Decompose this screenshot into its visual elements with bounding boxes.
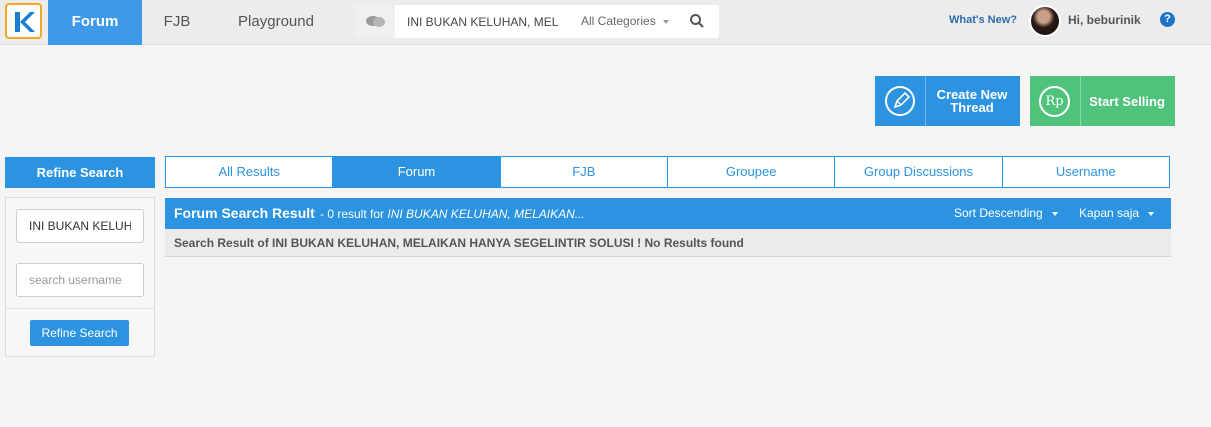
chat-bubble-icon[interactable] [355,5,395,38]
username-search-input[interactable] [16,263,144,297]
top-search-input[interactable] [407,14,559,30]
kaskus-logo[interactable] [5,3,42,39]
avatar[interactable] [1029,5,1061,37]
results-query: INI BUKAN KELUHAN, MELAIKAN... [387,207,585,221]
whats-new-link[interactable]: What's New? [949,14,1017,26]
create-thread-label: Create New Thread [936,87,1008,115]
result-tabs: All Results Forum FJB Groupee Group Disc… [165,156,1170,188]
nav-tab-forum[interactable]: Forum [48,0,142,45]
tab-group-discussions[interactable]: Group Discussions [835,157,1003,187]
results-title: Forum Search Result [174,205,315,221]
start-selling-label: Start Selling [1089,94,1165,109]
category-select[interactable]: All Categories [581,14,656,28]
refine-search-button[interactable]: Refine Search [30,320,129,346]
top-navbar: Forum FJB Playground All Categories What… [0,0,1211,45]
nav-tab-fjb[interactable]: FJB [142,0,212,45]
top-search-box: All Categories [355,5,719,38]
help-icon[interactable]: ? [1160,12,1175,27]
refine-search-heading: Refine Search [5,157,155,188]
start-selling-button[interactable]: Rp Start Selling [1030,76,1175,126]
time-filter-dropdown[interactable]: Kapan saja [1079,206,1155,220]
chevron-down-icon [1148,211,1155,216]
chevron-down-icon [1051,211,1058,216]
search-icon[interactable] [689,13,707,31]
logo-k-icon [15,12,35,32]
refine-query-input[interactable] [16,209,144,243]
rupiah-icon: Rp [1030,76,1081,126]
tab-forum[interactable]: Forum [333,157,501,187]
results-message-row: Search Result of INI BUKAN KELUHAN, MELA… [165,229,1171,257]
results-count: - 0 result for INI BUKAN KELUHAN, MELAIK… [320,207,585,221]
pencil-icon [875,76,926,126]
tab-fjb[interactable]: FJB [501,157,668,187]
refine-search-panel: Refine Search [5,197,155,357]
results-header: Forum Search Result - 0 result for INI B… [165,198,1171,229]
user-greeting[interactable]: Hi, beburinik [1068,13,1141,27]
no-results-message: Search Result of INI BUKAN KELUHAN, MELA… [174,236,744,250]
create-thread-button[interactable]: Create New Thread [875,76,1020,126]
tab-username[interactable]: Username [1003,157,1169,187]
chevron-down-icon [663,20,669,24]
divider [6,308,154,309]
nav-tab-playground[interactable]: Playground [212,0,340,45]
sort-dropdown[interactable]: Sort Descending [954,206,1058,220]
tab-all-results[interactable]: All Results [166,157,334,187]
tab-groupee[interactable]: Groupee [668,157,836,187]
